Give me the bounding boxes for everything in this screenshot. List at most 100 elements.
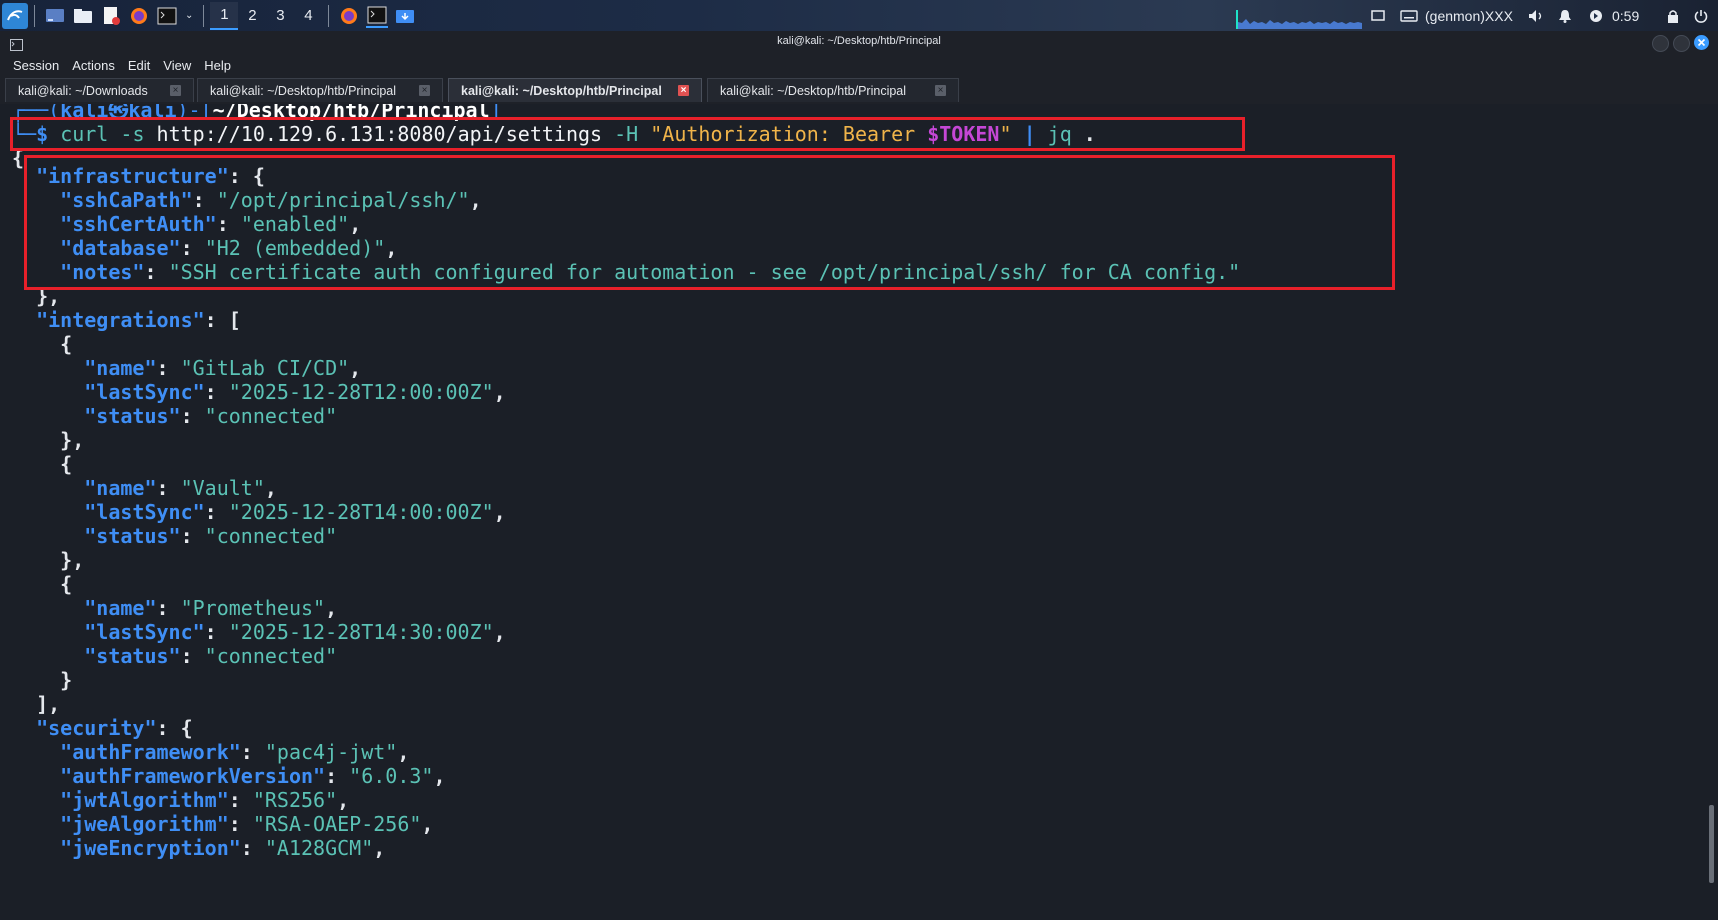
json-value: "connected" xyxy=(204,404,338,428)
notification-bell-icon[interactable] xyxy=(1558,0,1572,31)
pipe: | xyxy=(1023,122,1036,146)
filter-cmd: jq xyxy=(1047,122,1072,146)
json-value: "pac4j-jwt" xyxy=(264,740,398,764)
tab-principal-3[interactable]: kali@kali: ~/Desktop/htb/Principal × xyxy=(707,78,959,102)
prompt-symbol: $ xyxy=(36,122,49,146)
download-folder-icon[interactable] xyxy=(394,5,416,27)
json-line: "lastSync": "2025-12-28T14:30:00Z", xyxy=(84,620,506,644)
desktop-icon[interactable] xyxy=(44,5,66,27)
command-url: http://10.129.6.131:8080/api/settings xyxy=(156,122,603,146)
json-value: "2025-12-28T14:00:00Z" xyxy=(228,500,494,524)
json-line: "integrations": [ xyxy=(36,308,241,332)
json-line: "jweEncryption": "A128GCM", xyxy=(60,836,386,860)
prompt-host: kali xyxy=(128,104,177,122)
prompt-line: ┌──(kali㉿kali)-[~/Desktop/htb/Principal] xyxy=(12,104,502,122)
json-value: "6.0.3" xyxy=(349,764,434,788)
json-line: "authFramework": "pac4j-jwt", xyxy=(60,740,410,764)
json-value: "RS256" xyxy=(252,788,338,812)
json-line: { xyxy=(60,332,73,356)
terminal-icon[interactable] xyxy=(366,4,389,28)
json-line: ], xyxy=(36,692,61,716)
menu-view[interactable]: View xyxy=(157,58,197,73)
json-value: "Prometheus" xyxy=(180,596,326,620)
minimize-button[interactable] xyxy=(1652,35,1669,52)
json-line: "notes": "SSH certificate auth configure… xyxy=(60,260,1241,284)
json-value: "H2 (embedded)" xyxy=(204,236,386,260)
panel-separator xyxy=(328,4,330,27)
command-program: curl xyxy=(60,122,109,146)
json-value: "SSH certificate auth configured for aut… xyxy=(168,260,1241,284)
json-value: "2025-12-28T14:30:00Z" xyxy=(228,620,494,644)
lock-icon[interactable] xyxy=(1667,0,1679,31)
command-line: └─$ curl -s http://10.129.6.131:8080/api… xyxy=(12,122,1096,146)
json-line: }, xyxy=(60,428,85,452)
json-value: "GitLab CI/CD" xyxy=(180,356,350,380)
firefox-icon[interactable] xyxy=(338,5,360,27)
clock[interactable]: 0:59 xyxy=(1612,0,1639,31)
panel-separator xyxy=(203,4,205,27)
scrollbar[interactable] xyxy=(1709,805,1714,883)
tab-label: kali@kali: ~/Downloads xyxy=(18,83,148,98)
header-open: "Authorization: Bearer xyxy=(650,122,928,146)
update-icon[interactable] xyxy=(1589,0,1603,31)
json-value: "connected" xyxy=(204,524,338,548)
terminal-icon[interactable] xyxy=(156,5,178,27)
header-var: $TOKEN xyxy=(927,122,1000,146)
json-line: "security": { xyxy=(36,716,193,740)
close-icon[interactable]: × xyxy=(678,85,689,96)
command-flag: -H xyxy=(614,122,639,146)
menu-actions[interactable]: Actions xyxy=(66,58,121,73)
editor-icon[interactable] xyxy=(100,5,122,27)
json-line: "jwtAlgorithm": "RS256", xyxy=(60,788,350,812)
kali-menu-icon[interactable] xyxy=(2,2,28,29)
close-button[interactable] xyxy=(1694,35,1709,50)
json-line: "status": "connected" xyxy=(84,404,338,428)
workspace-1[interactable]: 1 xyxy=(210,1,239,30)
close-icon[interactable]: × xyxy=(170,85,181,96)
keyboard-icon[interactable] xyxy=(1400,0,1418,31)
chevron-down-icon[interactable]: ⌄ xyxy=(185,10,193,21)
json-line: } xyxy=(60,668,73,692)
workspace-4[interactable]: 4 xyxy=(294,2,322,30)
menu-edit[interactable]: Edit xyxy=(122,58,156,73)
firefox-icon[interactable] xyxy=(128,5,150,27)
tab-downloads[interactable]: kali@kali: ~/Downloads × xyxy=(5,78,194,102)
json-value: "2025-12-28T12:00:00Z" xyxy=(228,380,494,404)
json-value: "Vault" xyxy=(180,476,265,500)
power-icon[interactable] xyxy=(1694,0,1708,31)
tab-label: kali@kali: ~/Desktop/htb/Principal xyxy=(210,83,397,98)
json-line: "status": "connected" xyxy=(84,644,338,668)
maximize-button[interactable] xyxy=(1673,35,1690,52)
json-line: "name": "GitLab CI/CD", xyxy=(84,356,362,380)
close-icon[interactable]: × xyxy=(935,85,946,96)
display-icon[interactable] xyxy=(1371,0,1385,31)
tab-bar: kali@kali: ~/Downloads × kali@kali: ~/De… xyxy=(0,76,1718,104)
window-titlebar[interactable]: kali@kali: ~/Desktop/htb/Principal xyxy=(0,31,1718,55)
menu-help[interactable]: Help xyxy=(198,58,237,73)
json-value: "enabled" xyxy=(240,212,350,236)
json-line: "infrastructure": { xyxy=(36,164,265,188)
json-line: "database": "H2 (embedded)", xyxy=(60,236,398,260)
prompt-user: kali xyxy=(60,104,109,122)
json-line: "sshCaPath": "/opt/principal/ssh/", xyxy=(60,188,482,212)
json-line: "name": "Vault", xyxy=(84,476,277,500)
json-value: "A128GCM" xyxy=(264,836,374,860)
workspace-3[interactable]: 3 xyxy=(266,2,294,30)
tab-label: kali@kali: ~/Desktop/htb/Principal xyxy=(461,83,662,98)
json-line: "lastSync": "2025-12-28T12:00:00Z", xyxy=(84,380,506,404)
menubar: Session Actions Edit View Help xyxy=(0,54,1718,76)
tab-principal-1[interactable]: kali@kali: ~/Desktop/htb/Principal × xyxy=(197,78,443,102)
command-flag: -s xyxy=(120,122,145,146)
files-icon[interactable] xyxy=(72,5,94,27)
json-line: "sshCertAuth": "enabled", xyxy=(60,212,362,236)
json-line: "name": "Prometheus", xyxy=(84,596,338,620)
tab-principal-2[interactable]: kali@kali: ~/Desktop/htb/Principal × xyxy=(448,78,702,102)
panel-separator xyxy=(34,4,35,27)
menu-session[interactable]: Session xyxy=(7,58,65,73)
close-icon[interactable]: × xyxy=(419,85,430,96)
workspace-2[interactable]: 2 xyxy=(238,2,266,30)
volume-icon[interactable] xyxy=(1528,0,1544,31)
terminal-output[interactable]: ┌──(kali㉿kali)-[~/Desktop/htb/Principal]… xyxy=(0,104,1718,920)
json-value: "connected" xyxy=(204,644,338,668)
window-title: kali@kali: ~/Desktop/htb/Principal xyxy=(777,35,941,47)
